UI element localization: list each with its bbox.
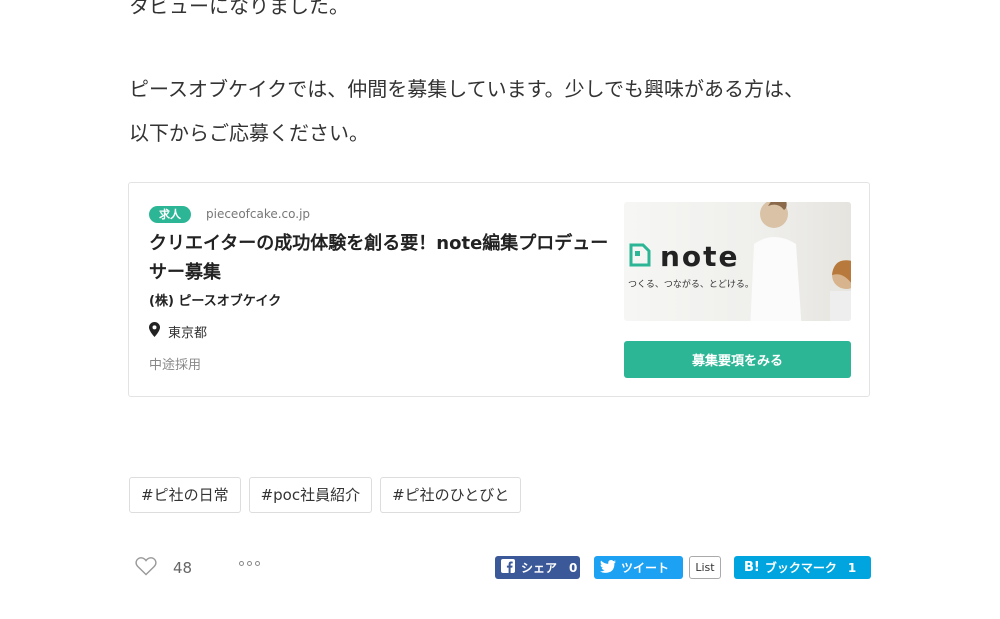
- person-illustration: [830, 260, 851, 321]
- hashtag[interactable]: #ピ社の日常: [129, 477, 241, 513]
- person-illustration: [750, 202, 802, 321]
- heart-icon[interactable]: [135, 556, 157, 580]
- article-text-line: タビューになりました。: [129, 0, 349, 18]
- apply-button[interactable]: 募集要項をみる: [624, 341, 851, 378]
- hatena-bookmark-count: 1: [847, 560, 857, 575]
- note-logo-icon: [628, 242, 652, 272]
- hashtag[interactable]: #ピ社のひとびと: [380, 477, 522, 513]
- facebook-share-count: 0: [569, 560, 578, 575]
- hatena-bookmark-label: ブックマーク: [764, 561, 837, 575]
- like-control[interactable]: 48: [135, 556, 192, 580]
- facebook-share-label: シェア: [521, 561, 558, 575]
- twitter-tweet-button[interactable]: ツイート: [594, 556, 683, 579]
- hatena-bookmark-icon: B!: [744, 560, 760, 575]
- article-text-line: 以下からご応募ください。: [129, 121, 369, 145]
- job-title[interactable]: クリエイターの成功体験を創る要！note編集プロデューサー募集: [149, 229, 609, 287]
- like-count: 48: [173, 559, 193, 577]
- job-location: 東京都: [149, 322, 207, 341]
- twitter-bird-icon: [600, 559, 616, 576]
- hashtag-list: #ピ社の日常 #poc社員紹介 #ピ社のひとびと: [129, 477, 522, 513]
- job-thumbnail[interactable]: note つくる、つながる、とどける。: [624, 202, 851, 321]
- article-text-line: ピースオブケイクでは、仲間を募集しています。少しでも興味がある方は、: [129, 77, 804, 101]
- twitter-list-button[interactable]: List: [689, 556, 721, 579]
- facebook-share-button[interactable]: シェア 0: [495, 556, 580, 579]
- job-domain: pieceofcake.co.jp: [206, 207, 311, 221]
- twitter-tweet-label: ツイート: [621, 561, 670, 575]
- hatena-bookmark-button[interactable]: B! ブックマーク 1: [734, 556, 871, 579]
- note-logo-text: note: [660, 240, 740, 273]
- job-card[interactable]: 求人 pieceofcake.co.jp クリエイターの成功体験を創る要！not…: [128, 182, 870, 397]
- facebook-icon: [501, 559, 515, 576]
- hashtag[interactable]: #poc社員紹介: [248, 477, 373, 513]
- note-tagline: つくる、つながる、とどける。: [628, 280, 754, 290]
- job-badge: 求人: [149, 206, 191, 223]
- job-company: (株) ピースオブケイク: [149, 294, 282, 309]
- employment-type: 中途採用: [149, 358, 202, 373]
- location-pin-icon: [149, 322, 160, 341]
- note-logo: note: [628, 242, 740, 272]
- location-label: 東京都: [168, 326, 208, 341]
- more-options-icon[interactable]: [239, 561, 260, 566]
